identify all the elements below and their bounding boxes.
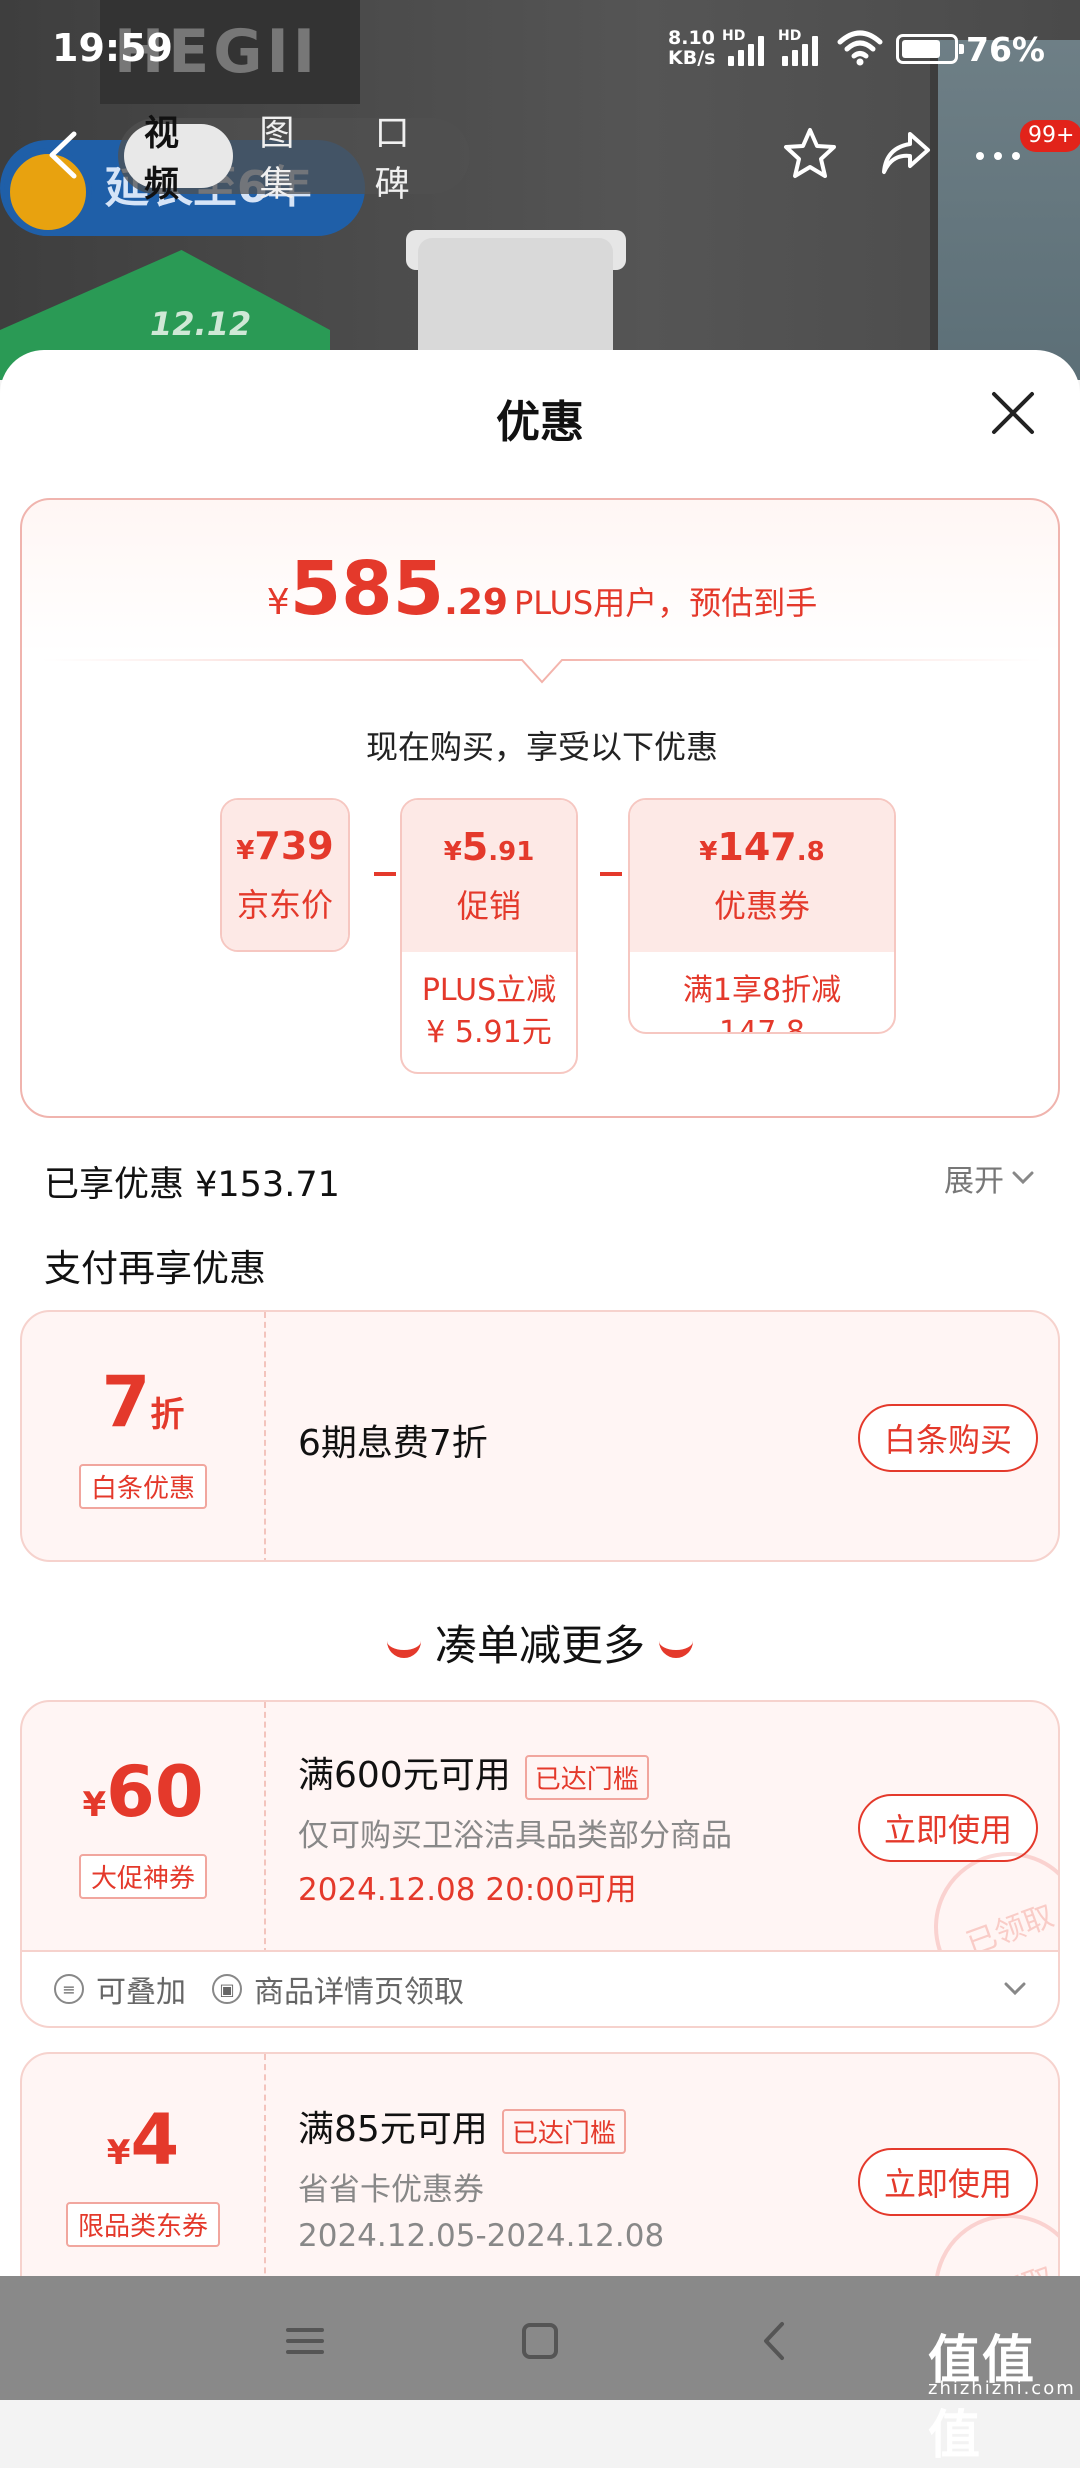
- coupon2-tag: 限品类东券: [65, 2202, 220, 2247]
- home-icon[interactable]: [515, 2316, 565, 2366]
- discount-sheet: 优惠 ¥585.29 PLUS用户，预估到手 现在购买，享受以下优惠 ¥739 京…: [0, 350, 1080, 2280]
- status-time: 19:59: [52, 26, 173, 70]
- card-separator: [264, 2054, 266, 2280]
- stackable-label: 可叠加: [96, 1975, 186, 2010]
- expand-label: 展开: [944, 1164, 1004, 1199]
- more-discounts-title: 凑单减更多: [0, 1612, 1080, 1673]
- tab-gallery[interactable]: 图集: [239, 114, 348, 205]
- smile-icon-right: [659, 1640, 693, 1658]
- coupon2-date: 2024.12.05-2024.12.08: [298, 2218, 665, 2254]
- battery-percent: 76%: [966, 30, 1045, 69]
- signal-icon-1: [728, 32, 772, 66]
- coupon2-use-button[interactable]: 立即使用: [858, 2148, 1039, 2216]
- coupon2-threshold-badge: 已达门槛: [501, 2108, 626, 2154]
- baitiao-card: 7折 白条优惠 6期息费7折 白条购买: [20, 1310, 1060, 1562]
- more-icon[interactable]: [968, 124, 1028, 184]
- promotion-detail-line2: ¥ 5.91元: [426, 1015, 552, 1050]
- battery-icon: [896, 34, 964, 64]
- jd-price-label: 京东价: [236, 886, 333, 924]
- status-bar: 19:59 8.10 KB/s HD HD 76%: [0, 0, 1080, 100]
- wifi-icon: [837, 30, 883, 66]
- price-currency: ¥: [266, 582, 290, 623]
- promotion-amount-decimal: .91: [488, 837, 535, 867]
- network-speed: 8.10 KB/s: [668, 27, 716, 69]
- price-integer: 585: [289, 546, 445, 632]
- coupon2-currency: ¥: [106, 2133, 131, 2173]
- pay-more-heading: 支付再享优惠: [44, 1247, 266, 1290]
- price-decimal: .29: [444, 582, 508, 623]
- expand-button[interactable]: 展开: [944, 1156, 1034, 1200]
- media-tabs: 视频 图集 口碑: [118, 114, 470, 205]
- back-icon[interactable]: [750, 2316, 800, 2366]
- coupon2-desc: 省省卡优惠券: [298, 2172, 484, 2208]
- coupon2-title: 满85元可用: [298, 2109, 488, 2150]
- baitiao-buy-button[interactable]: 白条购买: [858, 1404, 1039, 1472]
- coupon-card-1: ¥60 大促神券 满600元可用 已达门槛 仅可购买卫浴洁具品类部分商品 2024…: [20, 1700, 1060, 1952]
- promotion-currency: ¥: [443, 837, 462, 867]
- coupon-box: ¥147.8 优惠券 满1享8折减147.8: [628, 798, 896, 1034]
- baitiao-discount: 7: [101, 1361, 151, 1443]
- smile-icon-left: [386, 1640, 421, 1658]
- coupon-amount-decimal: .8: [796, 837, 825, 867]
- signal-icon-2: [782, 32, 826, 66]
- coupon-amount: 147: [717, 825, 797, 869]
- coupon1-desc: 仅可购买卫浴洁具品类部分商品: [298, 1818, 732, 1854]
- coupon1-date: 2024.12.08 20:00可用: [298, 1872, 637, 1908]
- back-chevron-icon[interactable]: [44, 130, 80, 180]
- tab-reviews[interactable]: 口碑: [355, 114, 464, 205]
- coupon1-title: 满600元可用: [298, 1755, 511, 1796]
- estimated-price: ¥585.29 PLUS用户，预估到手: [22, 546, 1062, 632]
- price-summary-card: ¥585.29 PLUS用户，预估到手 现在购买，享受以下优惠 ¥739 京东价 …: [20, 498, 1060, 1118]
- coupon1-footer: ≡ 可叠加 ▣ 商品详情页领取: [20, 1952, 1060, 2028]
- coupon1-title-row: 满600元可用 已达门槛: [298, 1746, 649, 1800]
- coupon-currency: ¥: [699, 837, 718, 867]
- coupon1-currency: ¥: [82, 1785, 107, 1825]
- system-nav-bar: [0, 2276, 1080, 2400]
- baitiao-desc: 6期息费7折: [298, 1423, 488, 1464]
- promotion-box: ¥5.91 促销 PLUS立减 ¥ 5.91元: [400, 798, 578, 1074]
- minus-sign-1: [374, 872, 396, 876]
- coupon-label: 优惠券: [713, 887, 810, 925]
- price-note: PLUS用户，预估到手: [513, 584, 818, 622]
- sheet-title: 优惠: [496, 397, 584, 448]
- promotion-amount: 5: [461, 825, 489, 869]
- chevron-down-icon[interactable]: [1004, 1982, 1026, 1996]
- price-divider: [42, 659, 1042, 684]
- coupon-detail: 满1享8折减147.8: [682, 973, 842, 1034]
- share-icon[interactable]: [876, 124, 936, 184]
- stack-icon: ≡: [54, 1974, 84, 2004]
- card-separator: [264, 1702, 266, 1950]
- promotion-detail-line1: PLUS立减: [421, 973, 557, 1008]
- jd-price-box: ¥739 京东价: [220, 798, 350, 952]
- close-icon[interactable]: [990, 390, 1036, 436]
- more-title-text: 凑单减更多: [434, 1621, 645, 1670]
- ticket-icon: ▣: [212, 1974, 242, 2004]
- baitiao-unit: 折: [150, 1395, 185, 1435]
- coupon2-amount: 4: [130, 2099, 180, 2181]
- promo-banner-text: 12.12: [150, 305, 252, 343]
- buy-now-hint: 现在购买，享受以下优惠: [365, 728, 718, 766]
- enjoyed-discount: 已享优惠 ¥153.71: [44, 1165, 340, 1205]
- source-label: 商品详情页领取: [254, 1975, 464, 2010]
- chevron-down-icon: [1012, 1171, 1034, 1185]
- coupon1-amount: 60: [106, 1751, 204, 1833]
- jd-price-currency: ¥: [236, 836, 255, 866]
- card-separator: [264, 1312, 266, 1560]
- promotion-label: 促销: [456, 887, 521, 925]
- watermark-url: zhizhizhi.com: [928, 2378, 1076, 2399]
- coupon-card-2: ¥4 限品类东券 满85元可用 已达门槛 省省卡优惠券 2024.12.05-20…: [20, 2052, 1060, 2280]
- baitiao-tag: 白条优惠: [78, 1464, 207, 1509]
- minus-sign-2: [600, 872, 622, 876]
- jd-price-amount: 739: [254, 824, 334, 868]
- coupon2-title-row: 满85元可用 已达门槛: [298, 2100, 626, 2154]
- coupon1-tag: 大促神券: [78, 1854, 207, 1899]
- tab-video[interactable]: 视频: [124, 114, 234, 205]
- favorite-star-icon[interactable]: [780, 124, 840, 184]
- message-badge: 99+: [1020, 120, 1080, 152]
- menu-icon[interactable]: [280, 2316, 330, 2366]
- coupon1-threshold-badge: 已达门槛: [524, 1754, 649, 1800]
